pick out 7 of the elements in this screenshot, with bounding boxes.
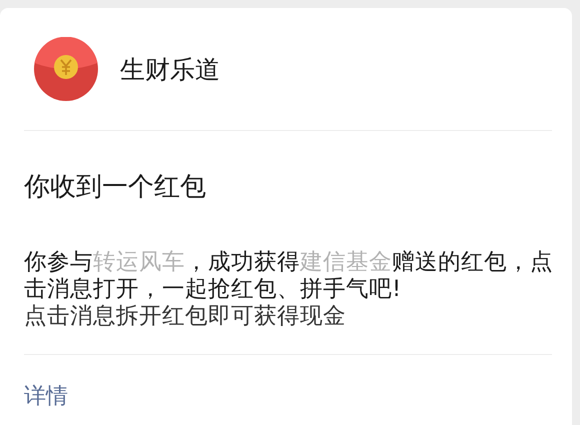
card-title: 你收到一个红包 xyxy=(24,171,207,204)
envelope-icon xyxy=(34,37,98,101)
message-text: 你参与转运风车，成功获得建信基金赠送的红包，点击消息打开，一起抢红包、拼手气吧! xyxy=(24,249,554,303)
details-link[interactable]: 详情 xyxy=(24,381,68,411)
sender-name: 生财乐道 xyxy=(120,54,220,86)
hint-text: 点击消息拆开红包即可获得现金 xyxy=(24,303,347,330)
message-card[interactable]: 生财乐道 你收到一个红包 你参与转运风车，成功获得建信基金赠送的红包，点击消息打开，一起抢红包、拼手气吧! 点击消息拆开红包即可获得现金 详情 xyxy=(0,8,572,425)
